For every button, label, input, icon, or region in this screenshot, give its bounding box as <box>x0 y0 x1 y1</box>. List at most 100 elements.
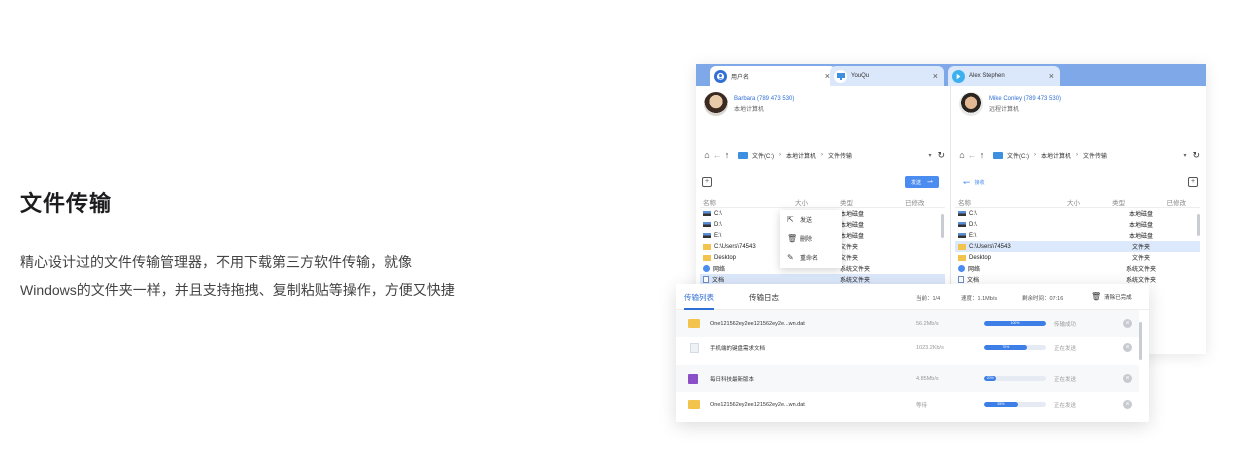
close-icon[interactable]: × <box>933 71 938 81</box>
close-icon[interactable]: × <box>1123 319 1132 328</box>
column-type[interactable]: 类型 <box>840 197 905 207</box>
transfer-speed: 4.85Mb/s <box>916 375 939 382</box>
transfer-row[interactable]: One121562ey2ee121562ey2e...wn.dat 56.2Mb… <box>676 310 1139 337</box>
table-row[interactable]: D:\ 本地磁盘 <box>955 219 1200 230</box>
home-icon[interactable]: ⌂ <box>702 150 712 160</box>
folder-icon <box>688 400 700 409</box>
close-icon[interactable]: × <box>1123 374 1132 383</box>
trash-icon: 🗑 <box>1091 292 1102 301</box>
file-type: 本地磁盘 <box>1128 234 1153 240</box>
menu-item-rename[interactable]: ✎ 重命名 <box>780 248 842 267</box>
file-name: D:\ <box>969 221 977 228</box>
file-name: D:\ <box>714 221 722 228</box>
new-folder-icon[interactable]: + <box>702 177 712 187</box>
breadcrumb-item[interactable]: 文件传输 <box>828 151 852 160</box>
network-icon <box>703 265 710 272</box>
chevron-right-icon: › <box>1034 152 1036 158</box>
transfer-row[interactable]: 手机端的键盘需求文档 1023.2Kb/s 70% 正在发送 × <box>676 334 1139 361</box>
column-size[interactable]: 大小 <box>1035 197 1112 207</box>
progress-bar: 55% <box>984 402 1046 407</box>
description-line-1: 精心设计过的文件传输管理器，不用下载第三方软件传输，就像 <box>20 254 412 270</box>
up-icon[interactable]: ↑ <box>977 150 987 160</box>
chevron-down-icon[interactable]: ▾ <box>928 152 931 159</box>
scrollbar[interactable] <box>1197 214 1200 236</box>
back-icon[interactable]: ← <box>712 150 722 160</box>
transfer-status: 正在发送 <box>1054 402 1077 409</box>
refresh-icon[interactable]: ↻ <box>1192 150 1200 161</box>
breadcrumb-item[interactable]: 文件(C:) <box>752 151 774 160</box>
file-name: C:\Users\74543 <box>714 243 756 250</box>
transfer-panel: 传输列表 传输日志 当前：1/4 速度：1.1Mb/s 剩余时间：07:16 🗑… <box>676 284 1149 422</box>
table-row[interactable]: Desktop 文件夹 <box>955 252 1200 263</box>
column-size[interactable]: 大小 <box>795 197 840 207</box>
transfer-row[interactable]: One121562ey2ee121562ey2e...wn.dat 等待 55%… <box>676 391 1139 418</box>
scrollbar[interactable] <box>941 214 944 238</box>
column-modified[interactable]: 已修改 <box>905 197 945 207</box>
tab-youqu[interactable]: YouQu × <box>830 66 944 86</box>
table-row[interactable]: C:\ 本地磁盘 <box>955 208 1200 219</box>
file-type: 本地磁盘 <box>840 223 865 229</box>
drive-icon <box>958 233 966 238</box>
back-icon[interactable]: ← <box>967 150 977 160</box>
send-button[interactable]: 发送 ⇀ <box>905 176 939 188</box>
trash-icon: 🗑 <box>787 234 798 243</box>
toolbar: ↽ 接收 + <box>957 176 1200 190</box>
breadcrumb-item[interactable]: 本地计算机 <box>786 151 816 160</box>
receive-button[interactable]: ↽ 接收 <box>963 176 985 188</box>
tab-alex[interactable]: Alex Stephen × <box>948 66 1060 86</box>
table-row[interactable]: C:\Users\74543 文件夹 <box>955 241 1200 252</box>
file-type: 系统文件夹 <box>1125 267 1156 273</box>
user-name: Mike Conley (789 473 530) <box>989 95 1062 102</box>
tab-transfer-log[interactable]: 传输日志 <box>749 292 779 303</box>
monitor-icon <box>834 69 847 83</box>
breadcrumb-item[interactable]: 文件传输 <box>1083 151 1107 160</box>
document-icon <box>958 276 964 283</box>
transfer-row[interactable]: 每日科技最新版本 4.85Mb/s 20% 正在发送 × <box>676 365 1139 392</box>
file-name: 文档 <box>967 278 980 284</box>
progress-fill: 100% <box>984 321 1046 326</box>
close-icon[interactable]: × <box>1049 71 1054 81</box>
folder-icon <box>688 319 700 328</box>
table-header: 名称 大小 类型 已修改 <box>955 196 1200 208</box>
remote-user: Mike Conley (789 473 530) 远程计算机 <box>959 92 1061 116</box>
close-icon[interactable]: × <box>1123 400 1132 409</box>
column-name[interactable]: 名称 <box>700 197 795 207</box>
tab-label: 用户名 <box>731 74 750 81</box>
toolbar: + 发送 ⇀ <box>702 176 945 190</box>
column-name[interactable]: 名称 <box>955 197 1035 207</box>
up-icon[interactable]: ↑ <box>722 150 732 160</box>
new-folder-icon[interactable]: + <box>1188 177 1198 187</box>
file-name: E:\ <box>714 232 722 239</box>
clear-completed-button[interactable]: 🗑 清除已完成 <box>1091 292 1132 301</box>
file-name: C:\ <box>714 210 722 217</box>
scrollbar[interactable] <box>1139 322 1142 360</box>
folder-icon <box>703 243 711 250</box>
network-icon <box>958 265 965 272</box>
refresh-icon[interactable]: ↻ <box>937 150 945 161</box>
file-type: 本地磁盘 <box>840 212 865 218</box>
intro-section: 文件传输 精心设计过的文件传输管理器，不用下载第三方软件传输，就像 Window… <box>20 186 580 304</box>
tab-user[interactable]: 用户名 × <box>710 66 836 86</box>
drive-icon <box>703 211 711 216</box>
receive-label: 接收 <box>974 179 985 186</box>
tab-transfer-list[interactable]: 传输列表 <box>684 292 714 310</box>
breadcrumb-item[interactable]: 本地计算机 <box>1041 151 1071 160</box>
home-icon[interactable]: ⌂ <box>957 150 967 160</box>
menu-item-delete[interactable]: 🗑 删除 <box>780 229 842 248</box>
table-row[interactable]: 网络 系统文件夹 <box>955 263 1200 274</box>
close-icon[interactable]: × <box>1123 343 1132 352</box>
breadcrumb-item[interactable]: 文件(C:) <box>1007 151 1029 160</box>
chevron-down-icon[interactable]: ▾ <box>1183 152 1186 159</box>
user-name: Barbara (789 473 530) <box>734 95 795 102</box>
transfer-speed: 等待 <box>916 402 928 409</box>
table-row[interactable]: E:\ 本地磁盘 <box>955 230 1200 241</box>
transfer-name: One121562ey2ee121562ey2e...wn.dat <box>710 320 805 327</box>
transfer-name: 每日科技最新版本 <box>710 376 755 383</box>
file-name: 网络 <box>968 267 981 273</box>
menu-item-send[interactable]: ⇱ 发送 <box>780 210 842 229</box>
column-modified[interactable]: 已修改 <box>1166 197 1200 207</box>
video-icon <box>688 373 698 384</box>
column-type[interactable]: 类型 <box>1112 197 1166 207</box>
file-name: Desktop <box>714 254 737 261</box>
tab-label: YouQu <box>851 73 870 79</box>
